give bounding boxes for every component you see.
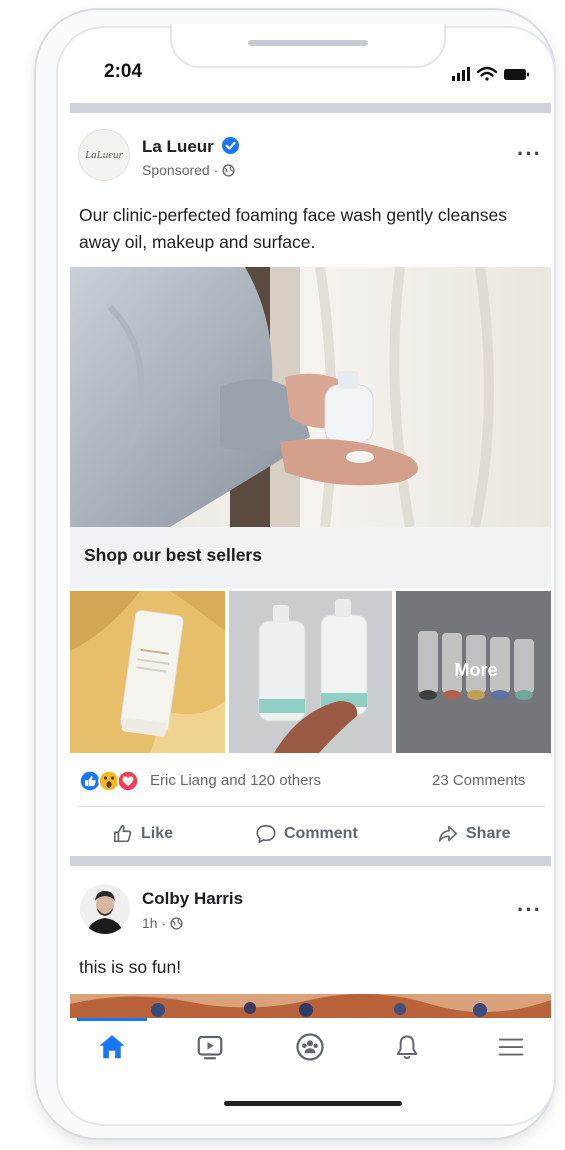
product-tile-2[interactable] (229, 591, 392, 753)
shop-label[interactable]: Shop our best sellers (84, 545, 262, 566)
product-tile-1[interactable] (70, 591, 225, 753)
menu-icon (498, 1038, 524, 1056)
avatar-illustration (80, 884, 130, 934)
like-icon (113, 824, 132, 843)
brand-logo-text: LaLueur (85, 149, 123, 161)
globe-icon (170, 917, 183, 930)
meta-separator: · (161, 915, 167, 931)
comment-label: Comment (284, 825, 358, 842)
post2-more-options-icon[interactable]: ··· (517, 897, 542, 923)
active-tab-indicator (77, 1018, 147, 1021)
post2-author[interactable]: Colby Harris (142, 889, 243, 909)
share-icon (438, 825, 458, 842)
post2-meta: 1h · (142, 915, 183, 931)
comments-count[interactable]: 23 Comments (432, 772, 525, 789)
post1-author[interactable]: La Lueur (142, 137, 239, 157)
reactions-summary[interactable]: Eric Liang and 120 others (150, 772, 321, 789)
brand-avatar[interactable]: LaLueur (78, 129, 130, 181)
page-name[interactable]: La Lueur (142, 137, 214, 156)
meta-separator: · (213, 162, 219, 178)
home-indicator[interactable] (224, 1101, 402, 1106)
post1-body: Our clinic-perfected foaming face wash g… (79, 205, 507, 252)
post1-meta: Sponsored · (142, 162, 235, 178)
verified-badge-icon (221, 137, 239, 154)
actions-divider (78, 806, 545, 807)
home-icon (99, 1035, 125, 1059)
comment-button[interactable]: Comment (255, 822, 358, 846)
globe-icon (222, 164, 235, 177)
tab-groups[interactable] (293, 1030, 327, 1064)
signal-icon (452, 67, 470, 81)
user-avatar[interactable] (80, 884, 130, 934)
tab-menu[interactable] (494, 1030, 528, 1064)
comment-icon (256, 824, 276, 844)
tab-home[interactable] (95, 1030, 129, 1064)
watch-icon (197, 1035, 223, 1060)
post2-image-preview[interactable] (70, 994, 551, 1018)
sponsored-label[interactable]: Sponsored (142, 162, 210, 178)
tab-notifications[interactable] (390, 1030, 424, 1064)
post2-body: this is so fun! (79, 957, 182, 977)
status-time: 2:04 (104, 61, 143, 82)
reaction-icons[interactable] (79, 770, 145, 792)
post2-time[interactable]: 1h (142, 915, 158, 931)
more-label[interactable]: More (396, 660, 556, 681)
wifi-icon (476, 66, 498, 81)
share-button[interactable]: Share (437, 822, 510, 846)
love-reaction-icon (117, 770, 139, 792)
food-image (70, 994, 551, 1018)
tab-watch[interactable] (193, 1030, 227, 1064)
notifications-icon (396, 1035, 418, 1060)
hero-illustration (70, 267, 551, 527)
hero-image[interactable] (70, 267, 551, 527)
groups-icon (296, 1033, 324, 1061)
share-label: Share (466, 825, 511, 842)
battery-icon (504, 69, 529, 80)
phone-notch (170, 24, 446, 68)
feed-separator (70, 856, 551, 866)
post1-more-options-icon[interactable]: ··· (517, 141, 542, 167)
like-reaction-icon (79, 770, 101, 792)
product-tube-image (70, 591, 225, 753)
like-label: Like (141, 825, 174, 842)
status-icons (452, 66, 529, 81)
like-button[interactable]: Like (112, 822, 173, 846)
feed-separator (70, 103, 551, 113)
phone-speaker (248, 40, 368, 46)
product-bottles-image (229, 591, 392, 753)
wow-reaction-icon (98, 770, 120, 792)
